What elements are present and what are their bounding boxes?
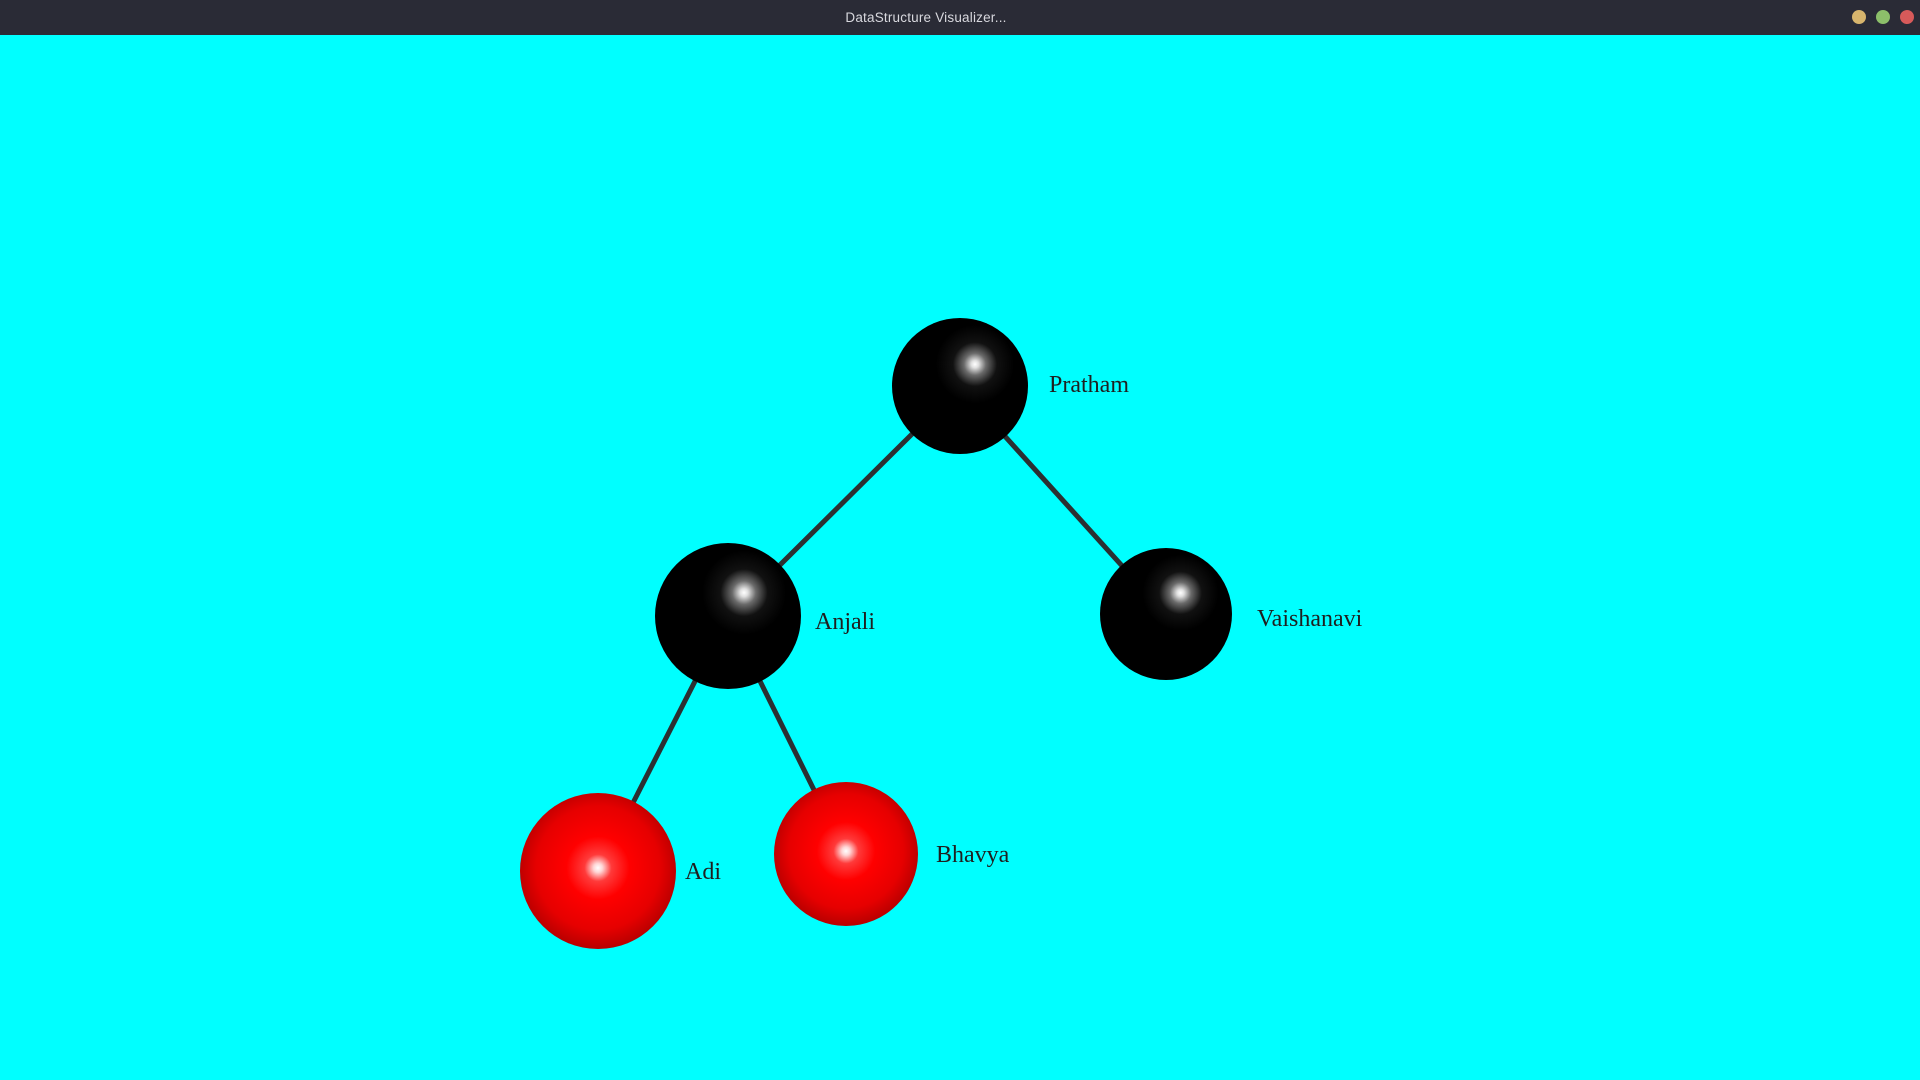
maximize-button[interactable] — [1876, 10, 1890, 24]
node-bhavya[interactable] — [774, 782, 918, 926]
label-bhavya: Bhavya — [936, 842, 1010, 868]
minimize-button[interactable] — [1852, 10, 1866, 24]
node-vaishanavi[interactable] — [1100, 548, 1232, 680]
tree-canvas[interactable]: Pratham Anjali Vaishanavi Adi Bhavya — [0, 35, 1920, 1080]
label-anjali: Anjali — [815, 609, 875, 635]
label-vaishanavi: Vaishanavi — [1257, 606, 1363, 632]
close-button[interactable] — [1900, 10, 1914, 24]
node-anjali[interactable] — [655, 543, 801, 689]
title-bar[interactable]: DataStructure Visualizer... — [0, 0, 1920, 35]
label-pratham: Pratham — [1049, 372, 1129, 398]
node-pratham[interactable] — [892, 318, 1028, 454]
label-adi: Adi — [685, 859, 721, 885]
window-title: DataStructure Visualizer... — [845, 10, 1007, 25]
node-adi[interactable] — [520, 793, 676, 949]
app-window: DataStructure Visualizer... Pratham Anja… — [0, 0, 1920, 1080]
